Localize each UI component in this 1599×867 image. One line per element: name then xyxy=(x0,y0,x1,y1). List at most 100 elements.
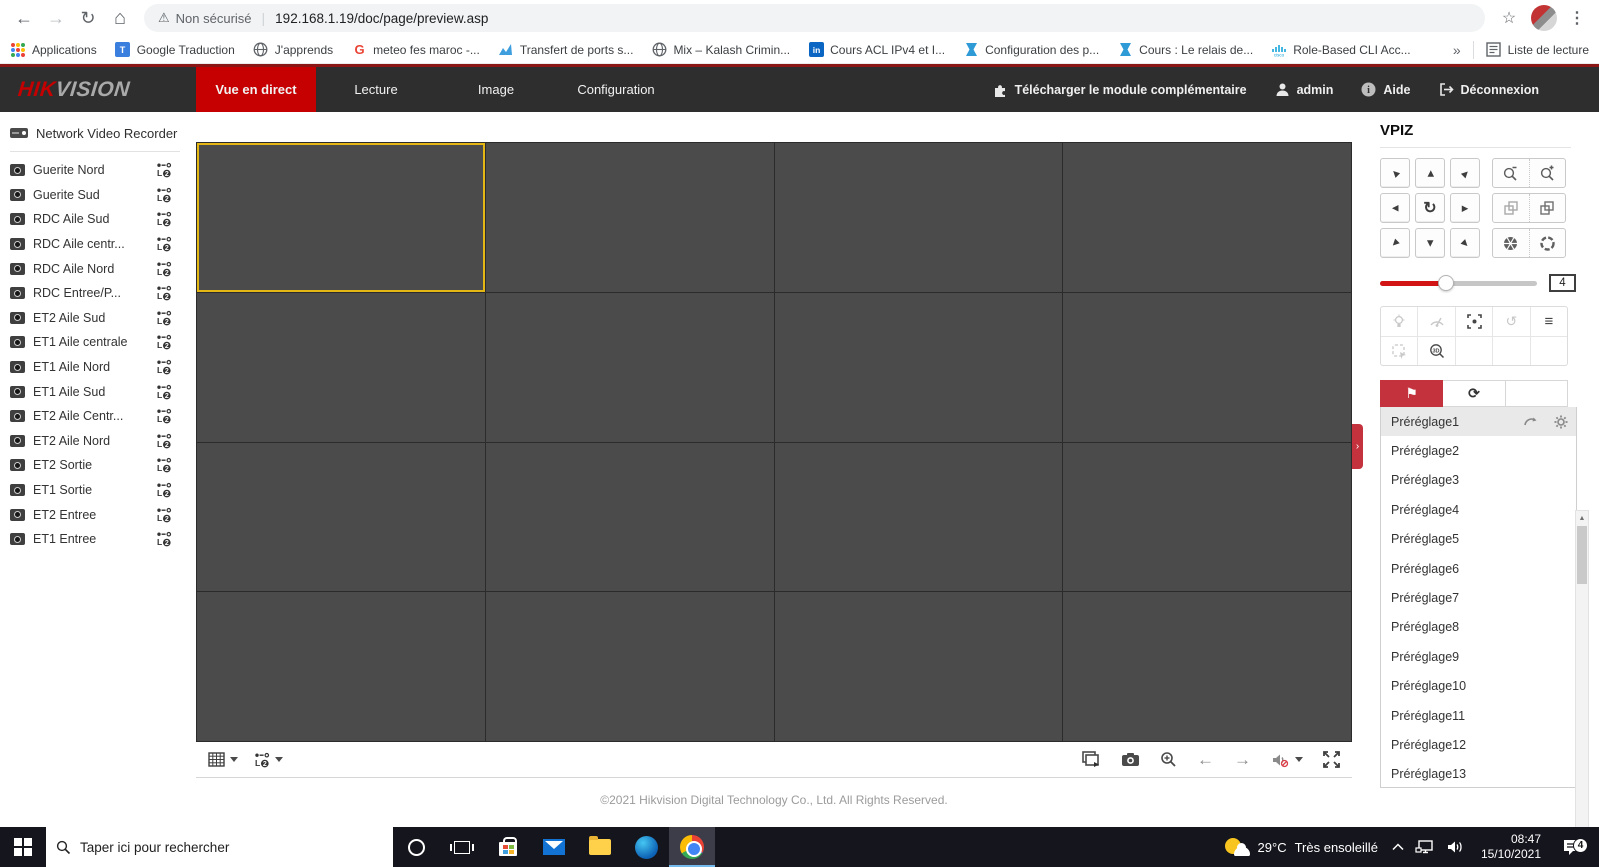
bookmark-star-icon[interactable]: ☆ xyxy=(1495,4,1523,32)
forward-icon[interactable]: → xyxy=(42,4,70,32)
prev-page-icon[interactable]: ← xyxy=(1197,751,1214,768)
camera-item[interactable]: Guerite Sud L 2 xyxy=(10,183,190,208)
video-tile[interactable] xyxy=(197,442,485,592)
stream-type-icon[interactable]: L2 xyxy=(156,433,172,449)
home-icon[interactable]: ⌂ xyxy=(106,4,134,32)
video-tile[interactable] xyxy=(485,292,774,442)
preset-item[interactable]: Préréglage6 xyxy=(1381,554,1576,583)
stream-select-button[interactable]: L2 xyxy=(254,752,283,768)
preset-item[interactable]: Préréglage13 xyxy=(1381,760,1576,787)
stream-type-icon[interactable]: L2 xyxy=(156,236,172,252)
bookmark-item[interactable]: Transfert de ports s... xyxy=(498,42,633,58)
camera-item[interactable]: ET2 Aile Sud L 2 xyxy=(10,306,190,331)
bookmark-item[interactable]: Gmeteo fes maroc -... xyxy=(351,42,480,58)
pan-down-right-button[interactable]: ▶ xyxy=(1450,228,1480,258)
pan-up-right-button[interactable]: ▶ xyxy=(1450,158,1480,188)
stream-type-icon[interactable]: L2 xyxy=(156,285,172,301)
stream-type-icon[interactable]: L2 xyxy=(156,531,172,547)
digital-zoom-icon[interactable] xyxy=(1160,751,1177,768)
camera-item[interactable]: RDC Entree/P... L 2 xyxy=(10,281,190,306)
help-button[interactable]: i Aide xyxy=(1361,82,1411,97)
refresh-icon[interactable]: ↻ xyxy=(74,4,102,32)
zoom-out-button[interactable] xyxy=(1493,159,1529,187)
preset-item[interactable]: Préréglage3 xyxy=(1381,466,1576,495)
preset-scrollbar[interactable]: ▲ ▼ xyxy=(1575,510,1589,867)
capture-icon[interactable] xyxy=(1121,752,1140,767)
pan-down-left-button[interactable]: ▶ xyxy=(1380,228,1410,258)
address-bar[interactable]: ⚠ Non sécurisé | 192.168.1.19/doc/page/p… xyxy=(144,4,1485,32)
clock[interactable]: 08:47 15/10/2021 xyxy=(1481,832,1541,862)
auto-pan-button[interactable]: ↻ xyxy=(1415,193,1445,223)
preset-call-icon[interactable] xyxy=(1523,415,1538,429)
tab-image[interactable]: Image xyxy=(436,67,556,112)
speed-slider[interactable] xyxy=(1380,274,1537,291)
pan-left-button[interactable]: ▶ xyxy=(1380,193,1410,223)
logout-button[interactable]: Déconnexion xyxy=(1439,82,1539,97)
stream-type-icon[interactable]: L2 xyxy=(156,359,172,375)
store-button[interactable] xyxy=(485,827,531,867)
camera-item[interactable]: RDC Aile Sud L 2 xyxy=(10,207,190,232)
bookmarks-overflow-icon[interactable]: » xyxy=(1453,42,1461,58)
bookmark-item[interactable]: Cours : Le relais de... xyxy=(1117,42,1253,58)
preset-item[interactable]: Préréglage7 xyxy=(1381,583,1576,612)
video-tile[interactable] xyxy=(485,143,774,292)
bookmark-item[interactable]: Mix – Kalash Crimin... xyxy=(651,42,790,58)
preset-item[interactable]: Préréglage12 xyxy=(1381,730,1576,759)
video-tile[interactable] xyxy=(1063,592,1351,741)
camera-item[interactable]: ET1 Sortie L 2 xyxy=(10,478,190,503)
explorer-button[interactable] xyxy=(577,827,623,867)
bookmark-item[interactable]: J'apprends xyxy=(253,42,333,58)
layout-select-button[interactable] xyxy=(208,752,238,767)
pan-down-button[interactable]: ▶ xyxy=(1415,228,1445,258)
video-tile[interactable] xyxy=(1063,143,1351,292)
video-tile[interactable] xyxy=(774,292,1063,442)
stream-type-icon[interactable]: L2 xyxy=(156,507,172,523)
preset-item[interactable]: Préréglage9 xyxy=(1381,642,1576,671)
stream-type-icon[interactable]: L2 xyxy=(156,310,172,326)
stream-type-icon[interactable]: L2 xyxy=(156,384,172,400)
network-icon[interactable] xyxy=(1415,839,1433,855)
apps-shortcut[interactable]: Applications xyxy=(10,42,97,58)
zoom-in-button[interactable] xyxy=(1528,159,1566,187)
reading-list-label[interactable]: Liste de lecture xyxy=(1508,43,1589,57)
video-tile[interactable] xyxy=(1063,442,1351,592)
camera-item[interactable]: ET1 Aile centrale L 2 xyxy=(10,330,190,355)
camera-item[interactable]: ET1 Aile Nord L 2 xyxy=(10,355,190,380)
stream-type-icon[interactable]: L2 xyxy=(156,187,172,203)
video-tile[interactable] xyxy=(197,292,485,442)
stream-type-icon[interactable]: L2 xyxy=(156,211,172,227)
camera-item[interactable]: ET2 Aile Nord L 2 xyxy=(10,429,190,454)
manual-track-icon[interactable] xyxy=(1381,337,1417,365)
camera-item[interactable]: ET1 Entree L 2 xyxy=(10,527,190,552)
task-view-button[interactable] xyxy=(439,827,485,867)
bookmark-item[interactable]: in Cours ACL IPv4 et I... xyxy=(808,42,945,58)
scroll-up-icon[interactable]: ▲ xyxy=(1576,511,1588,525)
camera-item[interactable]: RDC Aile Nord L 2 xyxy=(10,256,190,281)
stream-type-icon[interactable]: L2 xyxy=(156,334,172,350)
iris-open-button[interactable] xyxy=(1528,229,1566,257)
taskbar-search[interactable] xyxy=(46,827,393,867)
slider-knob[interactable] xyxy=(1437,274,1454,291)
stream-type-icon[interactable]: L2 xyxy=(156,162,172,178)
camera-item[interactable]: RDC Aile centr... L 2 xyxy=(10,232,190,257)
camera-item[interactable]: Guerite Nord L 2 xyxy=(10,158,190,183)
camera-item[interactable]: ET2 Entree L 2 xyxy=(10,502,190,527)
pan-up-left-button[interactable]: ▶ xyxy=(1380,158,1410,188)
chrome-button[interactable] xyxy=(669,827,715,867)
video-tile[interactable] xyxy=(774,442,1063,592)
bookmark-item[interactable]: T Google Traduction xyxy=(115,42,235,58)
preset-item[interactable]: Préréglage2 xyxy=(1381,436,1576,465)
lens-init-icon[interactable]: ↺ xyxy=(1492,307,1529,336)
tab-lecture[interactable]: Lecture xyxy=(316,67,436,112)
tab-vue-en-direct[interactable]: Vue en direct xyxy=(196,67,316,112)
volume-icon[interactable] xyxy=(1447,840,1464,854)
light-icon[interactable] xyxy=(1381,307,1417,336)
stream-type-icon[interactable]: L2 xyxy=(156,457,172,473)
preset-item[interactable]: Préréglage10 xyxy=(1381,672,1576,701)
focus-far-button[interactable] xyxy=(1528,194,1566,222)
preset-item[interactable]: Préréglage1 xyxy=(1381,407,1576,437)
profile-avatar[interactable] xyxy=(1531,5,1557,31)
preset-item[interactable]: Préréglage5 xyxy=(1381,525,1576,554)
preset-item[interactable]: Préréglage4 xyxy=(1381,495,1576,524)
stream-type-icon[interactable]: L2 xyxy=(156,408,172,424)
